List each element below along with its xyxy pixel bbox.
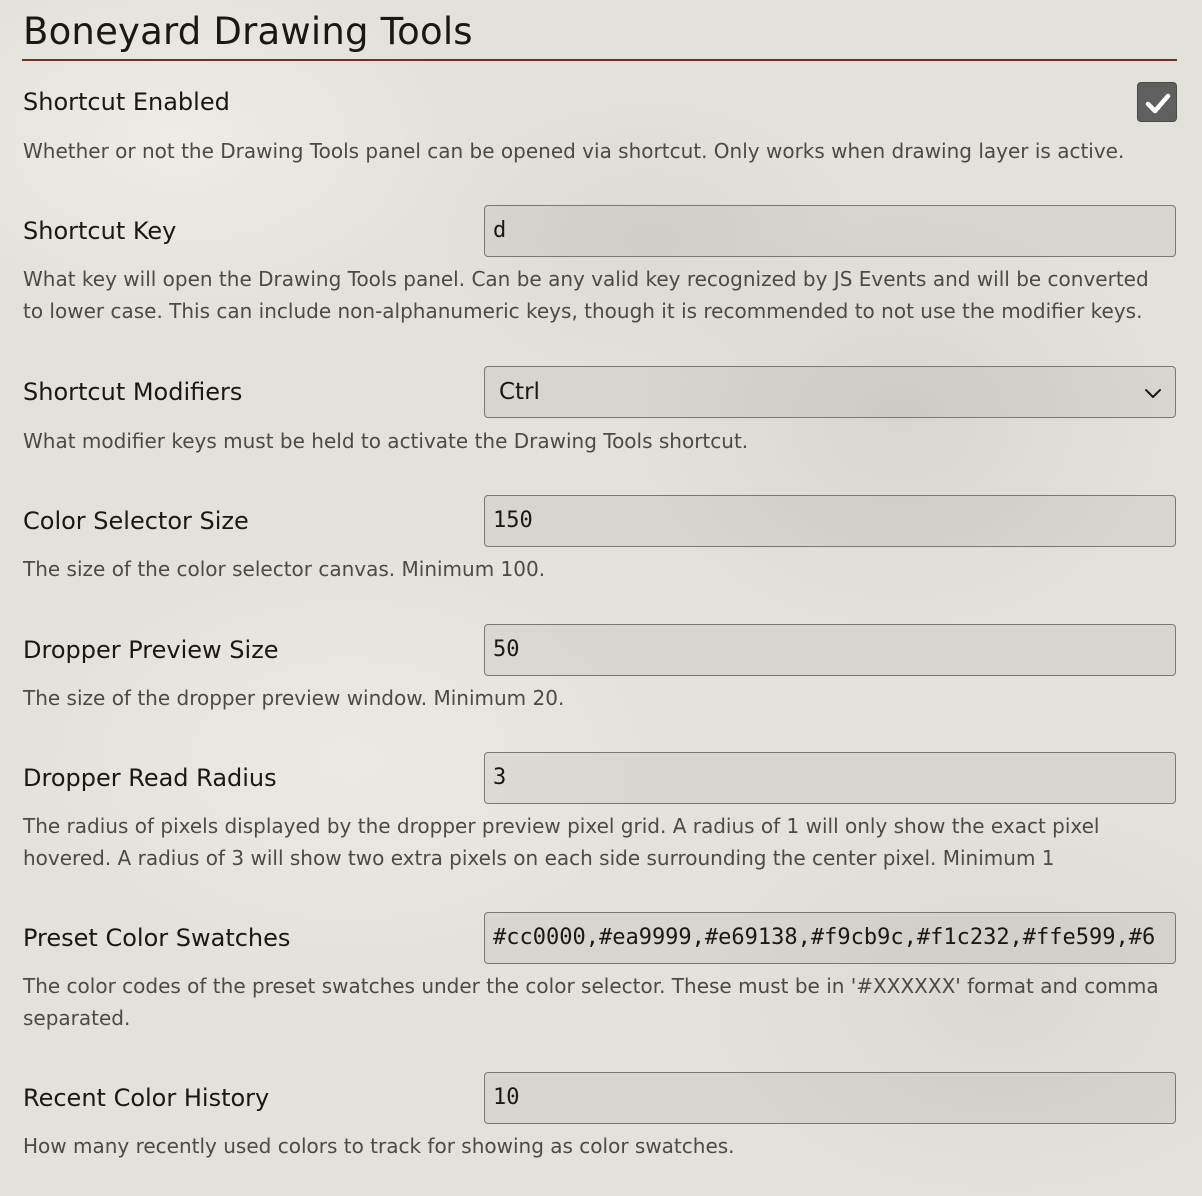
setting-label: Preset Color Swatches (23, 924, 291, 952)
setting-label: Shortcut Modifiers (23, 378, 243, 406)
select-value: Ctrl (499, 379, 540, 405)
chevron-down-icon (1145, 389, 1161, 398)
setting-hint: The size of the color selector canvas. M… (23, 557, 546, 581)
color-selector-size-input[interactable]: 150 (484, 495, 1176, 547)
recent-color-history-input[interactable]: 10 (484, 1072, 1176, 1124)
setting-label: Dropper Read Radius (23, 764, 277, 792)
setting-label: Color Selector Size (23, 507, 249, 535)
setting-hint: Whether or not the Drawing Tools panel c… (23, 139, 1125, 163)
setting-label: Shortcut Enabled (23, 88, 230, 116)
preset-color-swatches-input[interactable]: #cc0000,#ea9999,#e69138,#f9cb9c,#f1c232,… (484, 912, 1176, 964)
setting-label: Dropper Preview Size (23, 636, 279, 664)
dropper-read-radius-input[interactable]: 3 (484, 752, 1176, 804)
setting-hint: The color codes of the preset swatches u… (23, 974, 1159, 1030)
shortcut-enabled-checkbox[interactable] (1137, 82, 1177, 122)
setting-hint: The radius of pixels displayed by the dr… (23, 814, 1100, 870)
shortcut-key-input[interactable]: d (484, 205, 1176, 257)
title-divider (22, 59, 1177, 61)
setting-hint: How many recently used colors to track f… (23, 1134, 735, 1158)
setting-hint: What modifier keys must be held to activ… (23, 429, 749, 453)
setting-label: Shortcut Key (23, 217, 177, 245)
setting-label: Recent Color History (23, 1084, 270, 1112)
dropper-preview-size-input[interactable]: 50 (484, 624, 1176, 676)
section-title: Boneyard Drawing Tools (23, 10, 473, 53)
shortcut-modifiers-select[interactable]: Ctrl (484, 366, 1176, 418)
settings-page: Boneyard Drawing Tools Shortcut Enabled … (0, 0, 1202, 1196)
checkmark-icon (1145, 93, 1171, 114)
setting-hint: What key will open the Drawing Tools pan… (23, 267, 1149, 323)
setting-hint: The size of the dropper preview window. … (23, 686, 565, 710)
